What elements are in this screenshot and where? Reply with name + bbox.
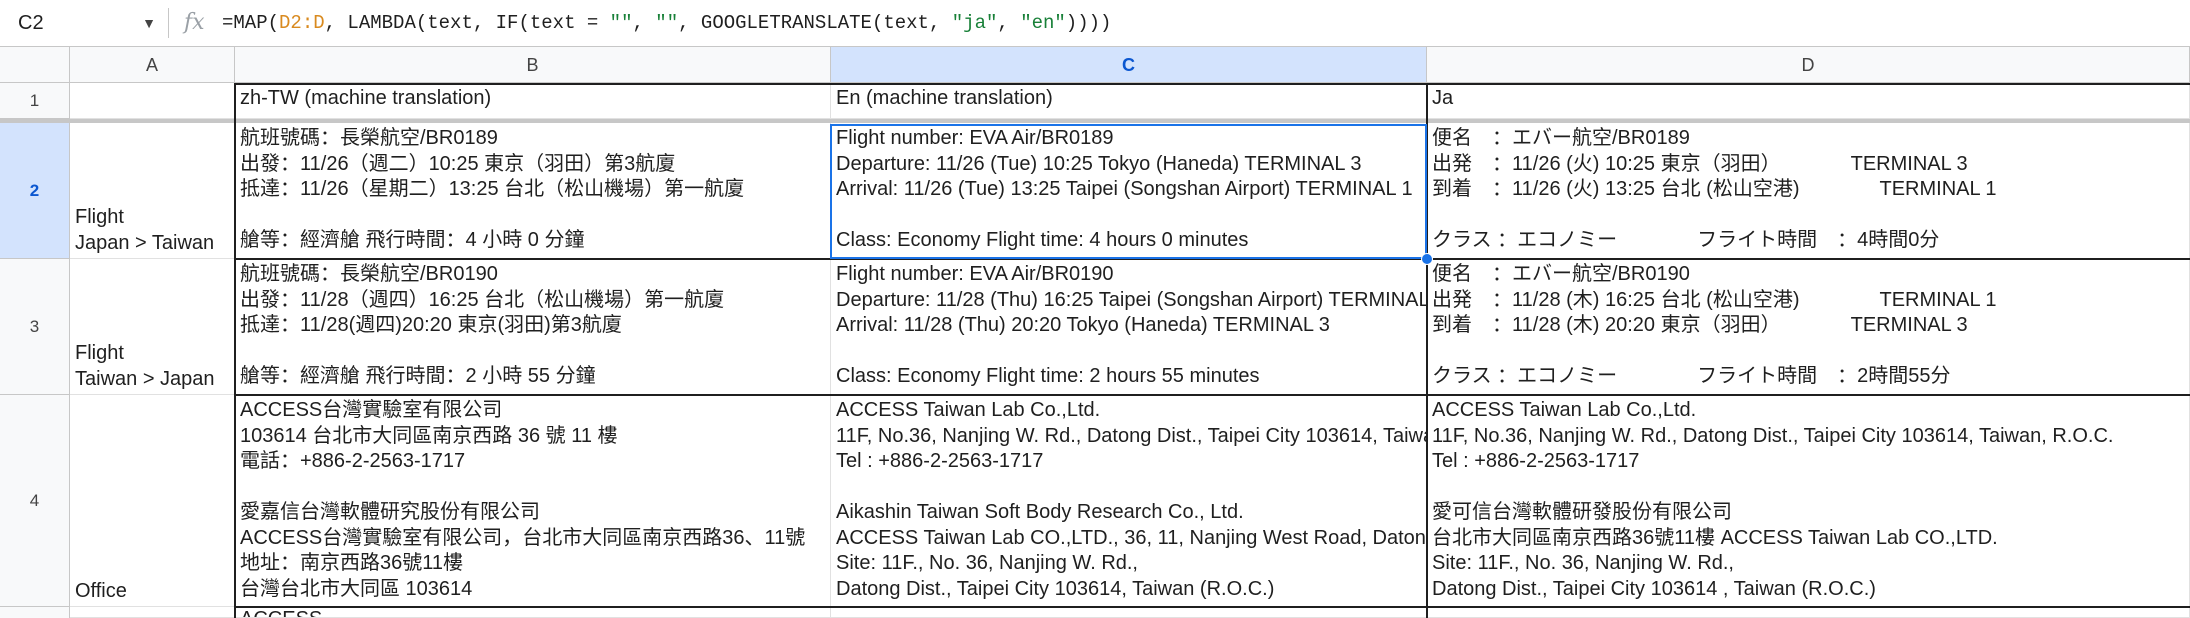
selected-cell-outline [830,124,1427,259]
cell-d4[interactable]: ACCESS Taiwan Lab Co.,Ltd. 11F, No.36, Na… [1427,395,2190,607]
table-border-top [235,83,2190,85]
column-header-c[interactable]: C [831,47,1427,83]
cell-b1[interactable]: zh-TW (machine translation) [235,83,831,119]
formula-input[interactable]: =MAP(D2:D, LAMBDA(text, IF(text = "", ""… [222,8,1111,38]
cell-a3[interactable]: Flight Taiwan > Japan [70,259,235,395]
cell-reference: C2 [18,12,44,34]
cell-c5[interactable] [831,607,1427,618]
cell-b2[interactable]: 航班號碼：長榮航空/BR0189 出發：11/26（週二）10:25 東京（羽田）… [235,123,831,259]
row-header-4[interactable]: 4 [0,395,70,607]
cell-d2[interactable]: 便名 ：エバー航空/BR0189 出発 ：11/26 (火) 10:25 東京（羽… [1427,123,2190,259]
column-header-d[interactable]: D [1427,47,2190,83]
cell-b4[interactable]: ACCESS台灣實驗室有限公司 103614 台北市大同區南京西路 36 號 11… [235,395,831,607]
row-header-2[interactable]: 2 [0,123,70,259]
cell-b5[interactable]: ACCESS [235,607,831,618]
column-header-b[interactable]: B [235,47,831,83]
formula-bar: C2 ▼ fx =MAP(D2:D, LAMBDA(text, IF(text … [0,0,2190,47]
cell-c1[interactable]: En (machine translation) [831,83,1427,119]
row-header-5[interactable] [0,607,70,618]
cell-d3[interactable]: 便名 ：エバー航空/BR0190 出発 ：11/28 (木) 16:25 台北 (… [1427,259,2190,395]
cell-d5[interactable] [1427,607,2190,618]
table-border-row4 [235,606,2190,608]
select-all-corner[interactable] [0,47,70,83]
fill-handle[interactable] [1421,253,1433,265]
cell-a2[interactable]: Flight Japan > Taiwan [70,123,235,259]
chevron-down-icon[interactable]: ▼ [142,8,156,38]
cell-a5[interactable] [70,607,235,618]
name-box[interactable]: C2 ▼ [18,8,156,38]
column-header-a[interactable]: A [70,47,235,83]
cell-c3[interactable]: Flight number: EVA Air/BR0190 Departure: … [831,259,1427,395]
cell-c4[interactable]: ACCESS Taiwan Lab Co.,Ltd. 11F, No.36, Na… [831,395,1427,607]
fx-icon: fx [184,10,205,35]
row-header-3[interactable]: 3 [0,259,70,395]
table-border-row3 [235,394,2190,396]
formula-bar-divider [168,8,169,38]
cell-d1[interactable]: Ja [1427,83,2190,119]
table-border-left [234,83,236,618]
cell-a1[interactable] [70,83,235,119]
cell-a4[interactable]: Office [70,395,235,607]
cell-b3[interactable]: 航班號碼：長榮航空/BR0190 出發：11/28（週四）16:25 台北（松山機… [235,259,831,395]
row-header-1[interactable]: 1 [0,83,70,119]
